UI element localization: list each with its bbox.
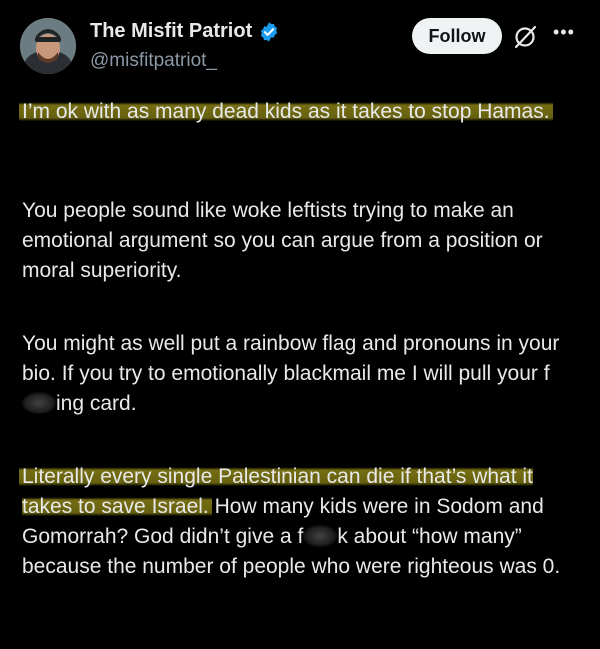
follow-button[interactable]: Follow xyxy=(412,18,502,54)
name-row: The Misfit Patriot xyxy=(90,20,280,43)
paragraph-text: ing card. xyxy=(56,392,137,415)
paragraph-text: You might as well put a rainbow flag and… xyxy=(22,332,560,385)
post-header: The Misfit Patriot @misfitpatriot_ Follo… xyxy=(0,0,600,90)
post-paragraph-3: You might as well put a rainbow flag and… xyxy=(22,329,582,419)
author-handle[interactable]: @misfitpatriot_ xyxy=(90,50,217,72)
censor-smudge xyxy=(22,392,56,414)
avatar-image xyxy=(20,18,76,74)
censor-smudge xyxy=(303,525,338,547)
author-display-name[interactable]: The Misfit Patriot xyxy=(90,20,252,43)
highlighted-text: I’m ok with as many dead kids as it take… xyxy=(19,100,553,123)
more-options-icon[interactable]: ••• xyxy=(553,22,575,43)
verified-badge-icon xyxy=(261,21,278,42)
avatar[interactable] xyxy=(20,18,76,74)
post-paragraph-2: You people sound like woke leftists tryi… xyxy=(22,199,543,282)
post-paragraph-4: Literally every single Palestinian can d… xyxy=(19,462,582,582)
post-paragraph-1: I’m ok with as many dead kids as it take… xyxy=(19,97,582,127)
grok-icon[interactable] xyxy=(512,24,538,50)
